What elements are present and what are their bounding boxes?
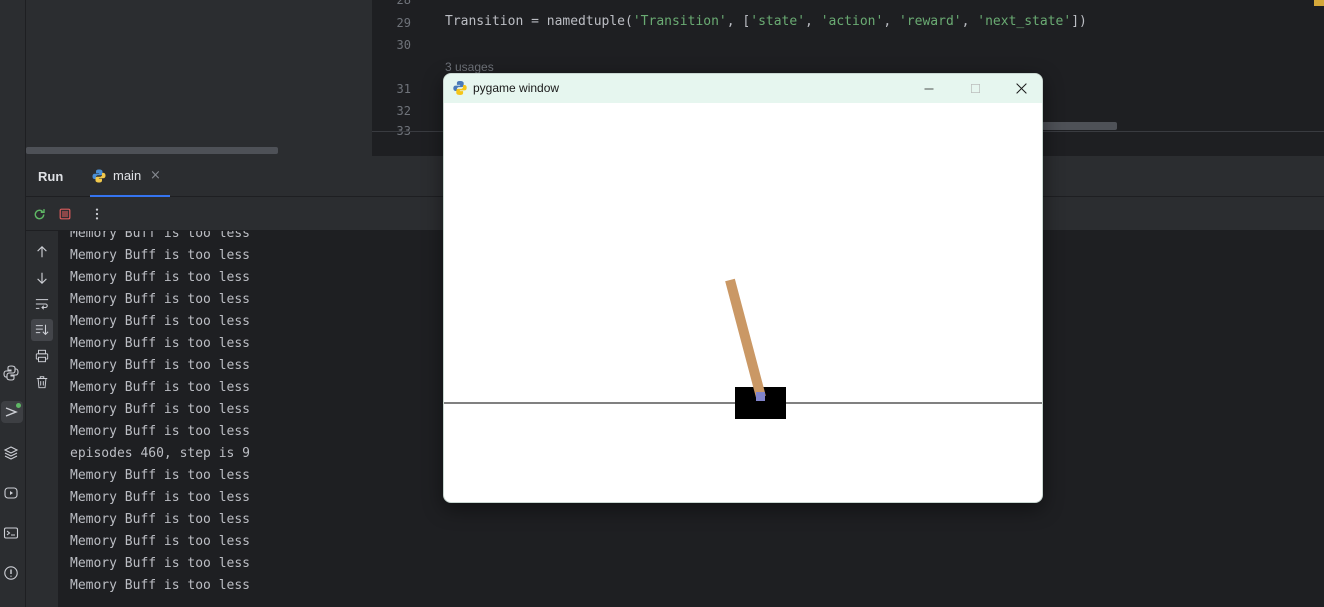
stop-icon bbox=[59, 208, 71, 220]
console-line: Memory Buff is too less bbox=[70, 292, 251, 307]
code-string: 'reward' bbox=[898, 14, 962, 29]
arrow-up-icon bbox=[37, 245, 47, 258]
printer-icon bbox=[35, 349, 49, 363]
code-token: Transition = namedtuple( bbox=[445, 14, 633, 29]
pygame-titlebar[interactable]: pygame window bbox=[444, 74, 1042, 103]
project-horizontal-scrollbar[interactable] bbox=[26, 147, 278, 154]
console-line: Memory Buff is too less bbox=[70, 490, 251, 505]
console-line: Memory Buff is too less bbox=[70, 270, 251, 285]
code-token: , bbox=[883, 14, 899, 29]
code-token: ]) bbox=[1071, 14, 1087, 29]
console-line: Memory Buff is too less bbox=[70, 358, 251, 373]
pygame-logo-icon bbox=[453, 81, 467, 95]
run-title: Run bbox=[38, 169, 64, 184]
warning-marker[interactable] bbox=[1314, 0, 1324, 6]
print-button[interactable] bbox=[31, 345, 53, 367]
layers-icon[interactable] bbox=[0, 442, 22, 464]
scroll-down-button[interactable] bbox=[31, 267, 53, 289]
pygame-window-title: pygame window bbox=[473, 81, 560, 95]
scroll-to-end-icon bbox=[35, 324, 49, 336]
python-packages-icon[interactable] bbox=[0, 362, 22, 384]
terminal-icon[interactable] bbox=[0, 522, 22, 544]
console-line: Memory Buff is too less bbox=[70, 248, 251, 263]
project-panel bbox=[26, 0, 372, 156]
line-number: 29 bbox=[396, 16, 411, 30]
console-line: episodes 460, step is 9 bbox=[70, 446, 251, 461]
run-tool-icon[interactable] bbox=[1, 401, 23, 423]
editor-horizontal-scrollbar[interactable] bbox=[1042, 122, 1117, 130]
close-icon bbox=[1015, 83, 1027, 94]
rerun-button[interactable] bbox=[31, 206, 47, 222]
console-line: Memory Buff is too less bbox=[70, 512, 251, 527]
line-number: 31 bbox=[396, 82, 411, 96]
console-line: Memory Buff is too less bbox=[70, 468, 251, 483]
running-indicator-dot bbox=[16, 403, 21, 408]
python-file-icon bbox=[92, 169, 106, 182]
minimize-icon bbox=[924, 88, 934, 89]
pole bbox=[725, 278, 766, 399]
minimize-button[interactable] bbox=[906, 74, 952, 103]
pole-axle bbox=[756, 392, 765, 401]
code-string: 'action' bbox=[820, 14, 884, 29]
console-line: Memory Buff is too less bbox=[70, 380, 251, 395]
pygame-window[interactable]: pygame window bbox=[443, 73, 1043, 503]
cartpole-canvas bbox=[444, 278, 1042, 419]
code-string: 'Transition' bbox=[632, 14, 727, 29]
code-string: 'next_state' bbox=[977, 14, 1072, 29]
tab-close-icon[interactable]: × bbox=[150, 168, 161, 183]
trash-icon bbox=[36, 376, 48, 389]
console-line: Memory Buff is too less bbox=[70, 424, 251, 439]
tab-main-label: main bbox=[113, 168, 142, 183]
kebab-menu-icon bbox=[95, 208, 99, 220]
maximize-icon bbox=[970, 84, 980, 93]
line-number: 32 bbox=[396, 104, 411, 118]
more-options-button[interactable] bbox=[89, 206, 105, 222]
code-string: 'state' bbox=[750, 14, 806, 29]
maximize-button bbox=[952, 74, 998, 103]
console-line: Memory Buff is too less bbox=[70, 402, 251, 417]
scroll-up-button[interactable] bbox=[31, 241, 53, 263]
usages-inlay-hint[interactable]: 3 usages bbox=[445, 60, 494, 74]
soft-wrap-icon bbox=[35, 299, 49, 310]
console-line: Memory Buff is too less bbox=[70, 556, 251, 571]
console-line: Memory Buff is too less bbox=[70, 534, 251, 549]
arrow-down-icon bbox=[37, 272, 47, 285]
services-icon[interactable] bbox=[0, 482, 22, 504]
console-line: Memory Buff is too less bbox=[70, 231, 251, 241]
soft-wrap-button[interactable] bbox=[31, 293, 53, 315]
rerun-icon bbox=[34, 208, 45, 219]
line-number: 30 bbox=[396, 38, 411, 52]
console-line: Memory Buff is too less bbox=[70, 336, 251, 351]
stop-button[interactable] bbox=[57, 206, 73, 222]
scroll-to-end-button[interactable] bbox=[31, 319, 53, 341]
console-line: Memory Buff is too less bbox=[70, 578, 251, 593]
code-token: , [ bbox=[726, 14, 751, 29]
code-line-29[interactable]: Transition = namedtuple('Transition', ['… bbox=[445, 14, 1087, 29]
problems-icon[interactable] bbox=[0, 562, 22, 584]
console-line: Memory Buff is too less bbox=[70, 314, 251, 329]
left-tool-strip bbox=[0, 0, 26, 607]
ide-root: 28 29 30 31 32 33 Transition = namedtupl… bbox=[0, 0, 1324, 607]
code-token: , bbox=[961, 14, 978, 29]
clear-all-button[interactable] bbox=[31, 371, 53, 393]
close-window-button[interactable] bbox=[998, 74, 1042, 103]
line-number: 28 bbox=[396, 0, 411, 7]
tab-main[interactable]: main × bbox=[90, 156, 170, 197]
code-token: , bbox=[805, 14, 821, 29]
console-side-toolbar bbox=[26, 231, 58, 607]
